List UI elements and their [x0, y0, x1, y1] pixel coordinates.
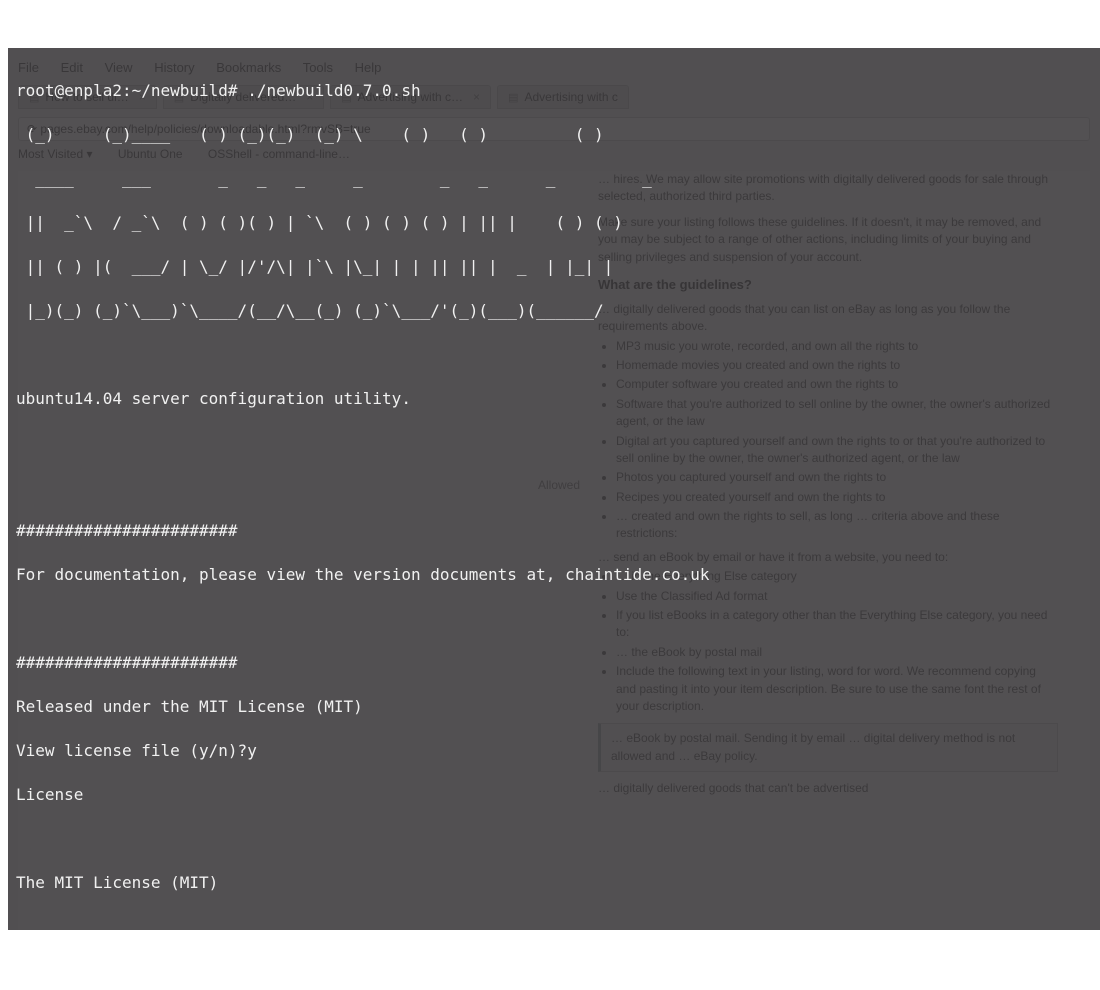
- ascii-art-line: || ( ) |( ___/ | \_/ |/'/\| |`\ |\_| | |…: [16, 256, 1092, 278]
- terminal-divider: #######################: [16, 652, 1092, 674]
- terminal-window[interactable]: root@enpla2:~/newbuild# ./newbuild0.7.0.…: [8, 48, 1100, 930]
- terminal-blank: [16, 344, 1092, 366]
- terminal-blank: [16, 828, 1092, 850]
- ascii-art-line: ____ ___ _ _ _ _ _ _ _ _: [16, 168, 1092, 190]
- terminal-blank: [16, 432, 1092, 454]
- ascii-art-line: || _`\ / _`\ ( ) ( )( ) | `\ ( ) ( ) ( )…: [16, 212, 1092, 234]
- ascii-art-line: |_)(_) (_)`\___)`\____/(__/\__(_) (_)`\_…: [16, 300, 1092, 322]
- terminal-mit-title: The MIT License (MIT): [16, 872, 1092, 894]
- terminal-prompt-answer: View license file (y/n)?y: [16, 740, 1092, 762]
- terminal-subtitle: ubuntu14.04 server configuration utility…: [16, 388, 1092, 410]
- terminal-prompt-line: root@enpla2:~/newbuild# ./newbuild0.7.0.…: [16, 80, 1092, 102]
- terminal-blank: [16, 916, 1092, 930]
- ascii-art-line: (_) (_)____ ( ) (_)(_) (_) \ ( ) ( ) ( ): [16, 124, 1092, 146]
- terminal-license-header: License: [16, 784, 1092, 806]
- terminal-release-line: Released under the MIT License (MIT): [16, 696, 1092, 718]
- terminal-doc-line: For documentation, please view the versi…: [16, 564, 1092, 586]
- terminal-blank: [16, 476, 1092, 498]
- terminal-divider: #######################: [16, 520, 1092, 542]
- terminal-blank: [16, 608, 1092, 630]
